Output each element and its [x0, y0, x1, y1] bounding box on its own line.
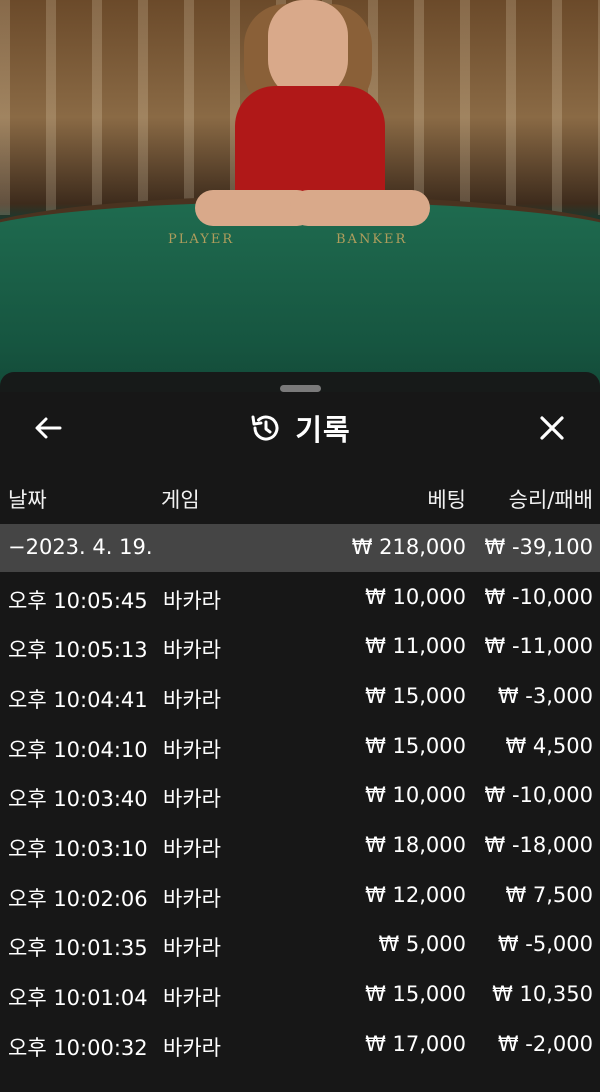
row-result: ₩ -2,000	[497, 1031, 593, 1056]
summary-result: ₩ -39,100	[484, 535, 594, 559]
sheet-header: 기록	[0, 402, 600, 452]
date-summary-row[interactable]: −2023. 4. 19. ₩ 218,000 ₩ -39,100	[0, 524, 600, 572]
history-list: −2023. 4. 19. ₩ 218,000 ₩ -39,100 오후 10:…	[0, 524, 600, 1070]
history-row[interactable]: 오후 10:01:04 바카라 ₩ 15,000 ₩ 10,350	[0, 971, 600, 1021]
row-time: 오후 10:03:10	[8, 836, 148, 861]
row-game: 바카라	[163, 836, 221, 861]
row-game: 바카라	[163, 638, 221, 663]
summary-date: −2023. 4. 19.	[8, 535, 153, 559]
page-title: 기록	[295, 413, 351, 447]
column-headers: 날짜 게임 베팅 승리/패배	[0, 484, 600, 514]
row-result: ₩ -5,000	[497, 932, 593, 957]
row-bet: ₩ 11,000	[365, 634, 466, 659]
row-result: ₩ -10,000	[484, 783, 594, 808]
row-bet: ₩ 15,000	[365, 683, 466, 708]
table-label-player: PLAYER	[168, 232, 235, 247]
history-row[interactable]: 오후 10:04:41 바카라 ₩ 15,000 ₩ -3,000	[0, 673, 600, 723]
row-game: 바카라	[163, 1035, 221, 1060]
row-game: 바카라	[163, 687, 221, 712]
row-game: 바카라	[163, 936, 221, 961]
row-bet: ₩ 10,000	[365, 584, 466, 609]
table-label-banker: BANKER	[336, 232, 408, 247]
row-time: 오후 10:01:35	[8, 936, 148, 961]
dealer-head	[268, 0, 348, 100]
row-time: 오후 10:04:41	[8, 687, 148, 712]
row-time: 오후 10:05:13	[8, 638, 148, 663]
row-bet: ₩ 10,000	[365, 783, 466, 808]
row-time: 오후 10:00:32	[8, 1035, 148, 1060]
row-game: 바카라	[163, 588, 221, 613]
dealer-arm-right	[290, 190, 430, 226]
dealer-dress	[235, 86, 385, 206]
row-result: ₩ 4,500	[505, 733, 593, 758]
row-time: 오후 10:04:10	[8, 737, 148, 762]
history-row[interactable]: 오후 10:03:40 바카라 ₩ 10,000 ₩ -10,000	[0, 772, 600, 822]
row-result: ₩ -18,000	[484, 832, 594, 857]
history-row[interactable]: 오후 10:04:10 바카라 ₩ 15,000 ₩ 4,500	[0, 723, 600, 773]
summary-bet: ₩ 218,000	[351, 535, 466, 559]
column-header-game: 게임	[161, 488, 200, 512]
history-row[interactable]: 오후 10:01:35 바카라 ₩ 5,000 ₩ -5,000	[0, 921, 600, 971]
live-video: PLAYER BANKER	[0, 0, 600, 392]
row-result: ₩ -11,000	[484, 634, 594, 659]
row-game: 바카라	[163, 787, 221, 812]
column-header-bet: 베팅	[427, 488, 466, 512]
row-time: 오후 10:02:06	[8, 886, 148, 911]
row-time: 오후 10:03:40	[8, 787, 148, 812]
row-game: 바카라	[163, 737, 221, 762]
history-row[interactable]: 오후 10:02:06 바카라 ₩ 12,000 ₩ 7,500	[0, 872, 600, 922]
history-sheet: 기록 날짜 게임 베팅 승리/패배 −2023. 4. 19. ₩ 218,00…	[0, 372, 600, 1092]
row-time: 오후 10:01:04	[8, 986, 148, 1010]
row-bet: ₩ 12,000	[365, 882, 466, 907]
row-time: 오후 10:05:45	[8, 588, 148, 613]
close-button[interactable]	[534, 410, 570, 446]
title-group: 기록	[0, 408, 600, 448]
row-result: ₩ 7,500	[505, 882, 593, 907]
history-row[interactable]: 오후 10:05:45 바카라 ₩ 10,000 ₩ -10,000	[0, 574, 600, 624]
row-game: 바카라	[163, 986, 221, 1010]
row-bet: ₩ 18,000	[365, 832, 466, 857]
row-bet: ₩ 17,000	[365, 1031, 466, 1056]
row-bet: ₩ 5,000	[378, 932, 466, 957]
close-icon	[540, 416, 564, 440]
column-header-date: 날짜	[8, 488, 47, 512]
row-bet: ₩ 15,000	[365, 733, 466, 758]
history-row[interactable]: 오후 10:05:13 바카라 ₩ 11,000 ₩ -11,000	[0, 623, 600, 673]
history-row[interactable]: 오후 10:03:10 바카라 ₩ 18,000 ₩ -18,000	[0, 822, 600, 872]
row-result: ₩ -10,000	[484, 584, 594, 609]
column-header-result: 승리/패배	[508, 488, 593, 512]
row-result: ₩ 10,350	[492, 982, 593, 1006]
row-game: 바카라	[163, 886, 221, 911]
history-icon	[251, 415, 279, 441]
drag-handle[interactable]	[280, 385, 321, 392]
row-result: ₩ -3,000	[497, 683, 593, 708]
row-bet: ₩ 15,000	[365, 982, 466, 1006]
history-row[interactable]: 오후 10:00:32 바카라 ₩ 17,000 ₩ -2,000	[0, 1021, 600, 1071]
